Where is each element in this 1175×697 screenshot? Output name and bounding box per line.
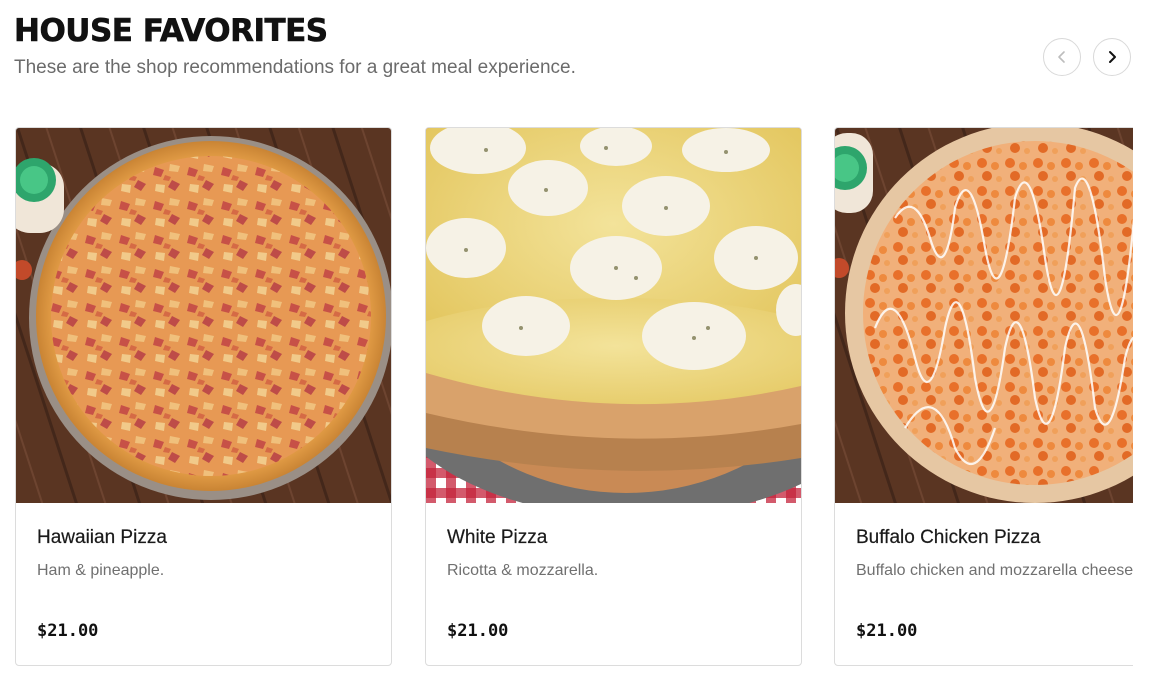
chevron-right-icon	[1109, 51, 1116, 63]
section-subtitle: These are the shop recommendations for a…	[14, 57, 576, 78]
chevron-left-icon	[1058, 51, 1065, 63]
product-card[interactable]: Hawaiian Pizza Ham & pineapple. $21.00	[15, 127, 392, 666]
house-favorites-section: HOUSE FAVORITES These are the shop recom…	[0, 0, 1175, 697]
card-body: Hawaiian Pizza Ham & pineapple.	[37, 526, 391, 581]
card-body: White Pizza Ricotta & mozzarella.	[447, 526, 801, 581]
product-card[interactable]: Buffalo Chicken Pizza Buffalo chicken an…	[834, 127, 1133, 666]
product-carousel: Hawaiian Pizza Ham & pineapple. $21.00 W…	[15, 127, 1133, 667]
product-price: $21.00	[37, 621, 99, 641]
product-description: Buffalo chicken and mozzarella cheese.	[856, 562, 1133, 579]
product-name[interactable]: White Pizza	[447, 526, 801, 550]
carousel-next-button[interactable]	[1093, 38, 1131, 76]
white-pizza-photo	[426, 128, 801, 503]
product-price: $21.00	[447, 621, 509, 641]
product-card[interactable]: White Pizza Ricotta & mozzarella. $21.00	[425, 127, 802, 666]
product-name[interactable]: Buffalo Chicken Pizza	[856, 526, 1133, 550]
carousel-prev-button[interactable]	[1043, 38, 1081, 76]
product-name[interactable]: Hawaiian Pizza	[37, 526, 391, 550]
hawaiian-pizza-photo	[16, 128, 391, 503]
product-description: Ricotta & mozzarella.	[447, 562, 599, 579]
section-header: HOUSE FAVORITES These are the shop recom…	[14, 12, 576, 80]
product-description: Ham & pineapple.	[37, 562, 165, 579]
section-title: HOUSE FAVORITES	[14, 13, 329, 50]
buffalo-chicken-pizza-photo	[835, 128, 1133, 503]
product-price: $21.00	[856, 621, 918, 641]
card-body: Buffalo Chicken Pizza Buffalo chicken an…	[856, 526, 1133, 581]
